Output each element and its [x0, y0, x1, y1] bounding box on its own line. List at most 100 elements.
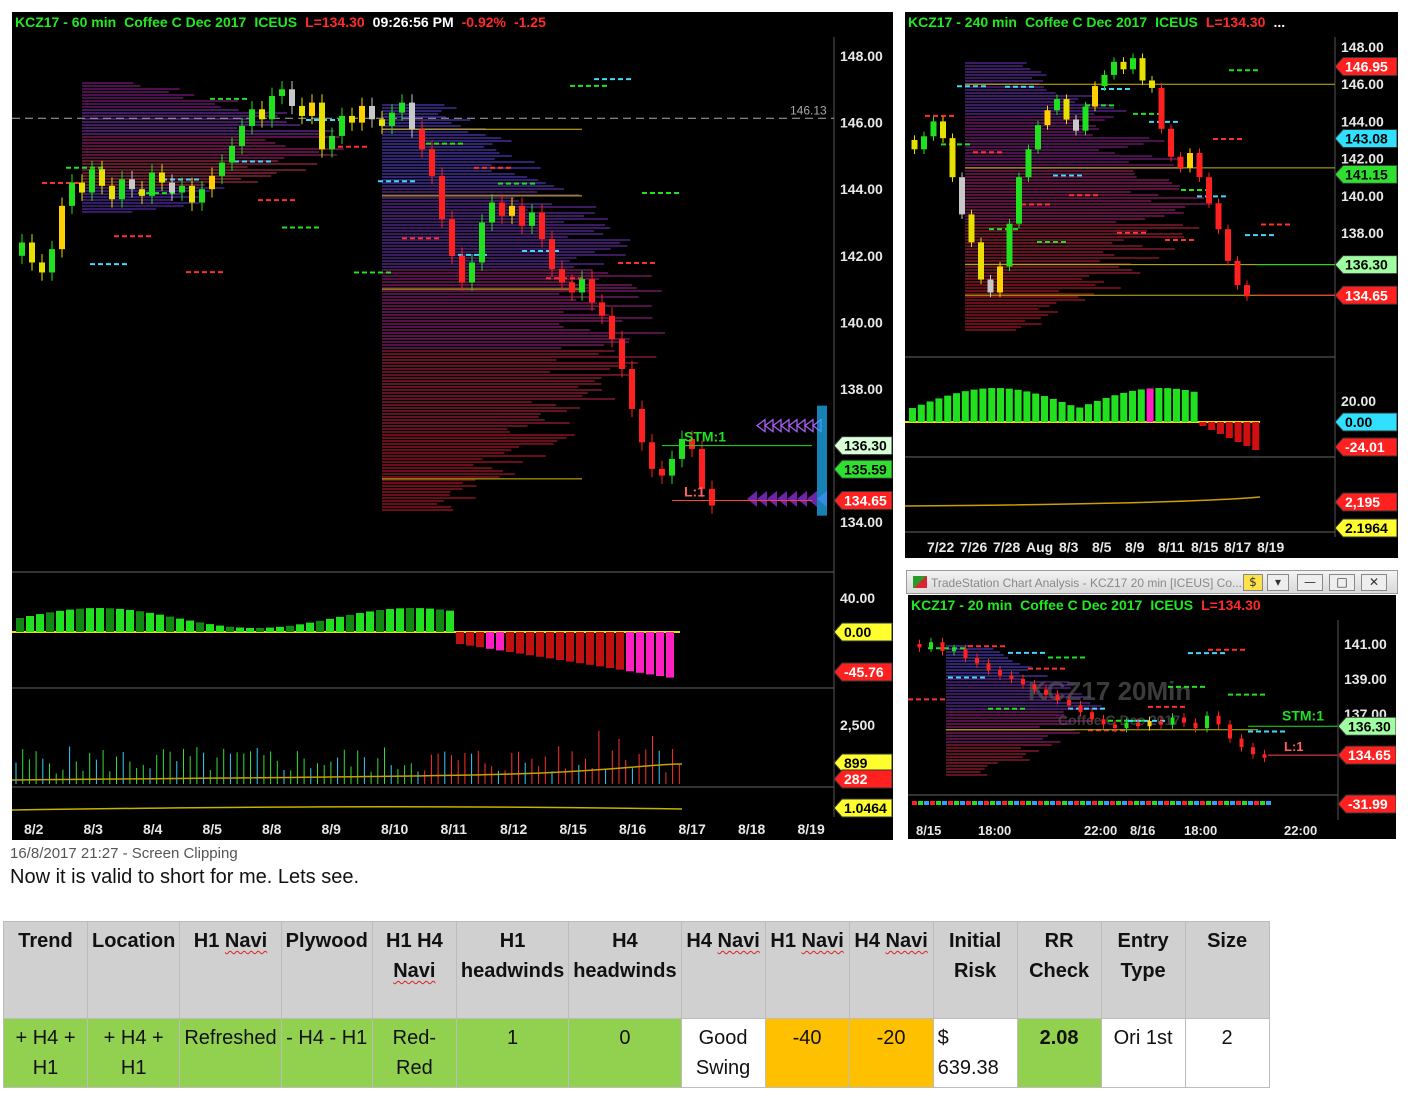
- chart-240min-canvas[interactable]: 148.00 146.00 144.00 142.00 140.00 138.00 146.…: [905, 12, 1398, 558]
- candle: [1168, 128, 1174, 157]
- volume-profile: [382, 392, 588, 394]
- tradestation-icon: [913, 576, 927, 588]
- volume-profile: [82, 202, 200, 204]
- candle: [1113, 724, 1117, 728]
- volume-profile: [382, 383, 602, 385]
- volume-profile: [382, 503, 438, 505]
- dollar-icon[interactable]: $: [1243, 574, 1263, 591]
- volume-profile: [82, 199, 173, 201]
- volume-profile: [82, 205, 184, 207]
- chart-20min[interactable]: KCZ17 20Min Coffee C Dec 2017 STM:1 L:1 141.…: [908, 595, 1396, 839]
- volume-profile: [82, 208, 157, 210]
- volume-profile: [382, 137, 502, 139]
- volume-profile: [382, 440, 558, 442]
- candle: [1136, 722, 1140, 727]
- volume-profile: [382, 434, 575, 436]
- osc-bar: [953, 393, 960, 422]
- volume-profile: [82, 139, 266, 141]
- col-size: Size: [1184, 921, 1270, 1019]
- osc-bar: [961, 391, 969, 422]
- volume-profile: [382, 407, 580, 409]
- candle: [940, 642, 945, 651]
- y-tick-label: 138.00: [1341, 225, 1384, 241]
- volume-profile: [965, 95, 1096, 97]
- volume-profile: [382, 413, 541, 415]
- osc-bar: [306, 622, 314, 632]
- volume-profile: [382, 311, 564, 313]
- price-tag-mid: 135.59: [844, 461, 887, 477]
- candle: [629, 369, 635, 409]
- candle: [921, 136, 927, 150]
- volume-profile: [965, 146, 1128, 148]
- col-h1-navi-2-label: H1 Navi: [770, 930, 844, 952]
- osc-bar: [186, 620, 194, 632]
- volume-profile: [946, 765, 988, 767]
- volume-profile: [965, 116, 1114, 118]
- candle: [917, 644, 922, 648]
- volume-profile: [382, 155, 512, 157]
- price-tag: 141.15: [1345, 166, 1388, 182]
- volume-profile: [382, 302, 598, 304]
- volume-profile: [82, 97, 184, 99]
- osc-bar: [1005, 388, 1013, 422]
- minimize-button[interactable]: —: [1297, 574, 1323, 591]
- col-trend: Trend: [3, 921, 88, 1019]
- volume-profile: [965, 92, 1056, 94]
- trade-plan-table: Trend Location H1 Navi Plywood H1 H4 Nav…: [3, 921, 1270, 1088]
- volume-profile: [382, 365, 627, 367]
- more-label: ...: [1273, 14, 1286, 30]
- osc-bar: [296, 624, 304, 632]
- volume-profile: [965, 155, 1153, 157]
- close-button[interactable]: ✕: [1361, 574, 1387, 591]
- candle: [1067, 700, 1071, 706]
- options-icon[interactable]: ▾: [1267, 574, 1289, 591]
- osc-bar: [346, 614, 354, 632]
- volume-profile: [382, 140, 512, 142]
- osc-bar: [1225, 422, 1233, 438]
- chart-240min[interactable]: 148.00 146.00 144.00 142.00 140.00 138.00 146.…: [905, 12, 1398, 558]
- volume-profile: [82, 148, 344, 150]
- volume-profile: [82, 121, 287, 123]
- chart-60min-canvas[interactable]: 146.13 STM:1 L:1 148.00 146.00 144.00 142.00 14…: [12, 12, 893, 840]
- maximize-button[interactable]: □: [1329, 574, 1355, 591]
- volume-profile: [382, 149, 497, 151]
- volume-profile: [82, 142, 276, 144]
- candle: [1262, 754, 1267, 758]
- candle: [930, 121, 937, 137]
- candle: [1101, 74, 1108, 87]
- osc-bar: [1023, 391, 1031, 422]
- volume-profile: [965, 164, 1174, 166]
- volume-profile: [382, 266, 574, 268]
- volume-profile: [965, 71, 1042, 73]
- osc-bar: [1085, 404, 1092, 422]
- cell-size: 2: [1184, 1018, 1270, 1088]
- volume-profile: [82, 169, 306, 171]
- osc-value-tag: -45.76: [844, 664, 884, 680]
- chart-20min-window-titlebar[interactable]: TradeStation Chart Analysis - KCZ17 20 m…: [906, 570, 1398, 594]
- osc-bar: [1014, 801, 1019, 805]
- chart-20min-canvas[interactable]: KCZ17 20Min Coffee C Dec 2017 STM:1 L:1 141.…: [908, 595, 1396, 839]
- cell-h1-headwinds: 1: [455, 1018, 570, 1088]
- candle: [399, 102, 405, 113]
- cell-rr-check: 2.08: [1016, 1018, 1102, 1088]
- candle: [369, 105, 375, 120]
- osc-bar: [970, 389, 978, 422]
- symbol-label: KCZ17 - 240 min: [908, 14, 1017, 30]
- osc-bar: [116, 608, 124, 632]
- volume-profile: [382, 374, 629, 376]
- chart-60min[interactable]: 146.13 STM:1 L:1 148.00 146.00 144.00 142.00 14…: [12, 12, 893, 840]
- candle: [975, 658, 979, 664]
- x-tick-label: 8/5: [1092, 539, 1112, 555]
- x-tick-label: 8/12: [500, 821, 527, 837]
- osc-bar: [236, 627, 244, 632]
- stm-annotation: STM:1: [684, 429, 726, 445]
- volume-profile: [965, 299, 1086, 301]
- osc-bar: [446, 610, 454, 632]
- volume-profile: [965, 314, 1049, 316]
- x-tick-label: 8/9: [322, 821, 342, 837]
- osc-bar: [948, 801, 953, 805]
- candle: [1035, 125, 1041, 150]
- osc-bar: [126, 609, 134, 632]
- volume-profile: [965, 230, 1148, 232]
- cell-location: + H4 + H1: [86, 1018, 181, 1088]
